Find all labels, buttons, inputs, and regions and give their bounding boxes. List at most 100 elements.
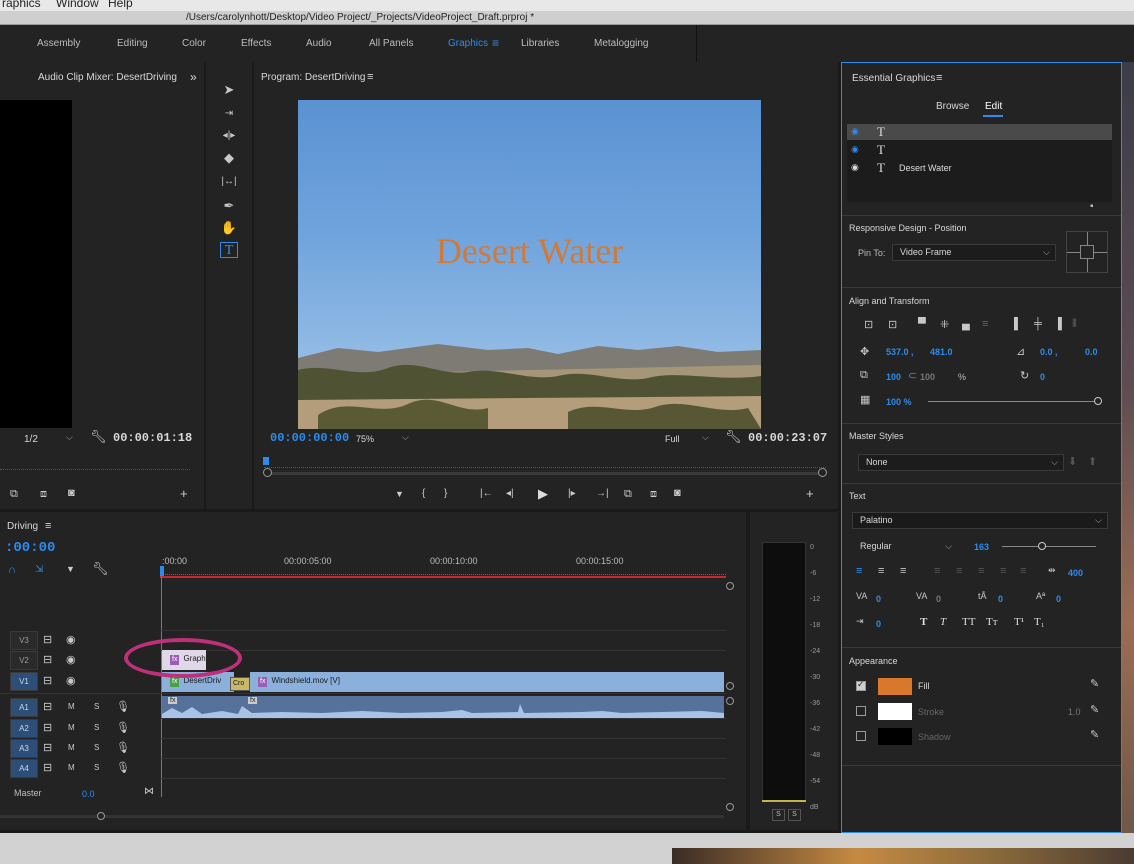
master-volume-value[interactable]: 0.0 xyxy=(82,789,95,799)
sync-lock-icon[interactable]: ⊟ xyxy=(43,721,52,734)
fill-color-swatch[interactable] xyxy=(878,678,912,695)
chevron-down-icon[interactable]: ⌵ xyxy=(702,432,709,443)
mute-button[interactable]: M xyxy=(68,763,75,772)
workspace-all-panels[interactable]: All Panels xyxy=(369,38,413,49)
align-text-right-icon[interactable]: ≡ xyxy=(900,565,906,577)
linked-selection-icon[interactable]: ⇲ xyxy=(35,564,43,575)
sync-lock-icon[interactable]: ⊟ xyxy=(43,653,52,666)
track-label[interactable]: A3 xyxy=(10,739,38,758)
align-top-icon[interactable]: ▀ xyxy=(918,318,926,330)
menu-item-window[interactable]: Window xyxy=(56,0,99,10)
pen-tool-icon[interactable]: ✒ xyxy=(220,198,238,214)
align-middle-icon[interactable]: ⁜ xyxy=(940,318,949,331)
chevron-down-icon[interactable]: ⌵ xyxy=(402,432,409,443)
leading-value[interactable]: 0 xyxy=(936,594,941,604)
justify-center-icon[interactable]: ≡ xyxy=(956,565,962,577)
font-size-slider-handle[interactable] xyxy=(1038,542,1046,550)
eyedropper-icon[interactable]: ✎ xyxy=(1090,728,1099,741)
small-caps-button[interactable]: Tт xyxy=(986,616,998,628)
mark-in-icon[interactable]: { xyxy=(422,488,425,499)
export-frame-icon[interactable]: ◙ xyxy=(674,487,681,499)
ripple-edit-tool-icon[interactable]: ◂|▸ xyxy=(220,128,238,144)
stroke-width-value[interactable]: 1.0 xyxy=(1068,707,1081,717)
position-y[interactable]: 481.0 xyxy=(930,347,953,357)
solo-left-button[interactable]: S xyxy=(772,809,785,821)
font-size-slider-track[interactable] xyxy=(1002,546,1096,547)
eye-icon[interactable]: ◉ xyxy=(851,126,859,137)
wrench-icon[interactable]: 🔧︎ xyxy=(725,429,742,445)
mixer-title[interactable]: Audio Clip Mixer: DesertDriving xyxy=(38,72,177,83)
vertical-scroll-handle[interactable] xyxy=(726,582,734,590)
mute-button[interactable]: M xyxy=(68,702,75,711)
razor-tool-icon[interactable]: ◆ xyxy=(220,150,238,166)
anchor-y[interactable]: 0.0 xyxy=(1085,347,1098,357)
track-label[interactable]: V3 xyxy=(10,631,38,650)
go-to-in-icon[interactable]: |← xyxy=(480,488,493,499)
chevron-down-icon[interactable]: ⌵ xyxy=(66,432,73,443)
track-label[interactable]: A4 xyxy=(10,759,38,778)
superscript-button[interactable]: T¹ xyxy=(1014,616,1024,628)
program-current-timecode[interactable]: 00:00:00:00 xyxy=(270,431,349,445)
baseline-value[interactable]: 0 xyxy=(998,594,1003,604)
opacity-slider-handle[interactable] xyxy=(1094,397,1102,405)
arrow-down-icon[interactable]: ⬇ xyxy=(1068,455,1077,468)
track-label[interactable]: V2 xyxy=(10,651,38,670)
scale-value[interactable]: 100 xyxy=(886,372,901,382)
timeline-timecode[interactable]: :00:00 xyxy=(5,540,55,556)
align-text-center-icon[interactable]: ≡ xyxy=(878,565,884,577)
pin-grid[interactable] xyxy=(1066,231,1108,273)
mute-button[interactable]: M xyxy=(68,743,75,752)
font-style-dropdown[interactable]: Regular ⌵ xyxy=(852,538,958,555)
shadow-checkbox[interactable] xyxy=(856,731,866,741)
add-marker-icon[interactable]: ▼ xyxy=(395,489,404,499)
align-text-left-icon[interactable]: ≡ xyxy=(856,565,862,577)
workspace-menu-icon[interactable]: ≡ xyxy=(492,36,499,50)
layer-row[interactable]: ◉ T xyxy=(847,142,1112,158)
wrench-icon[interactable]: 🔧︎ xyxy=(90,429,107,445)
align-vertical-center-icon[interactable]: ⊡ xyxy=(864,318,873,331)
layer-row[interactable]: ◉ T Desert Water xyxy=(847,160,1112,176)
justify-right-icon[interactable]: ≡ xyxy=(978,565,984,577)
track-label[interactable]: A1 xyxy=(10,698,38,717)
vertical-scroll-handle[interactable] xyxy=(726,803,734,811)
step-back-icon[interactable]: ◂| xyxy=(506,488,514,499)
eye-icon[interactable]: ◉ xyxy=(851,144,859,155)
solo-button[interactable]: S xyxy=(94,763,99,772)
layer-row-selected[interactable]: ◉ T xyxy=(847,124,1112,140)
tab-browse[interactable]: Browse xyxy=(936,101,969,112)
align-left-icon[interactable]: ▌ xyxy=(1014,318,1022,330)
camera-icon[interactable]: ◙ xyxy=(68,487,75,499)
mixer-fraction[interactable]: 1/2 xyxy=(24,434,38,445)
panel-menu-icon[interactable]: ≡ xyxy=(936,72,942,84)
faux-italic-button[interactable]: T xyxy=(940,616,946,628)
mute-button[interactable]: M xyxy=(68,723,75,732)
essential-graphics-title[interactable]: Essential Graphics xyxy=(852,73,935,84)
menu-item-help[interactable]: Help xyxy=(108,0,133,10)
subscript-button[interactable]: T₁ xyxy=(1034,616,1045,628)
add-button-icon[interactable]: + xyxy=(806,486,814,501)
opacity-slider-track[interactable] xyxy=(928,401,1095,402)
solo-button[interactable]: S xyxy=(94,743,99,752)
zoom-handle-right[interactable] xyxy=(818,468,827,477)
align-bottom-icon[interactable]: ▄ xyxy=(962,318,970,330)
scroll-handle[interactable] xyxy=(97,812,105,820)
workspace-graphics[interactable]: Graphics xyxy=(448,38,488,49)
tab-edit[interactable]: Edit xyxy=(985,101,1002,112)
arrow-up-icon[interactable]: ⬆ xyxy=(1088,455,1097,468)
kerning-value[interactable]: 0 xyxy=(876,594,881,604)
workspace-libraries[interactable]: Libraries xyxy=(521,38,559,49)
solo-button[interactable]: S xyxy=(94,702,99,711)
shadow-color-swatch[interactable] xyxy=(878,728,912,745)
distribute-horizontal-icon[interactable]: ⦀ xyxy=(1072,318,1077,331)
sync-lock-icon[interactable]: ⊟ xyxy=(43,633,52,646)
timeline-horizontal-scrollbar[interactable] xyxy=(0,815,724,818)
track-label[interactable]: A2 xyxy=(10,719,38,738)
tracking-value[interactable]: 400 xyxy=(1068,568,1083,578)
stroke-color-swatch[interactable] xyxy=(878,703,912,720)
pin-center[interactable] xyxy=(1080,245,1094,259)
play-icon[interactable]: ▶ xyxy=(538,486,548,502)
wrench-icon[interactable]: 🔧︎ xyxy=(92,561,109,577)
master-pan-icon[interactable]: ⋈ xyxy=(144,786,154,797)
eye-icon[interactable]: ◉ xyxy=(66,633,76,646)
timeline-title[interactable]: Driving xyxy=(7,521,38,532)
